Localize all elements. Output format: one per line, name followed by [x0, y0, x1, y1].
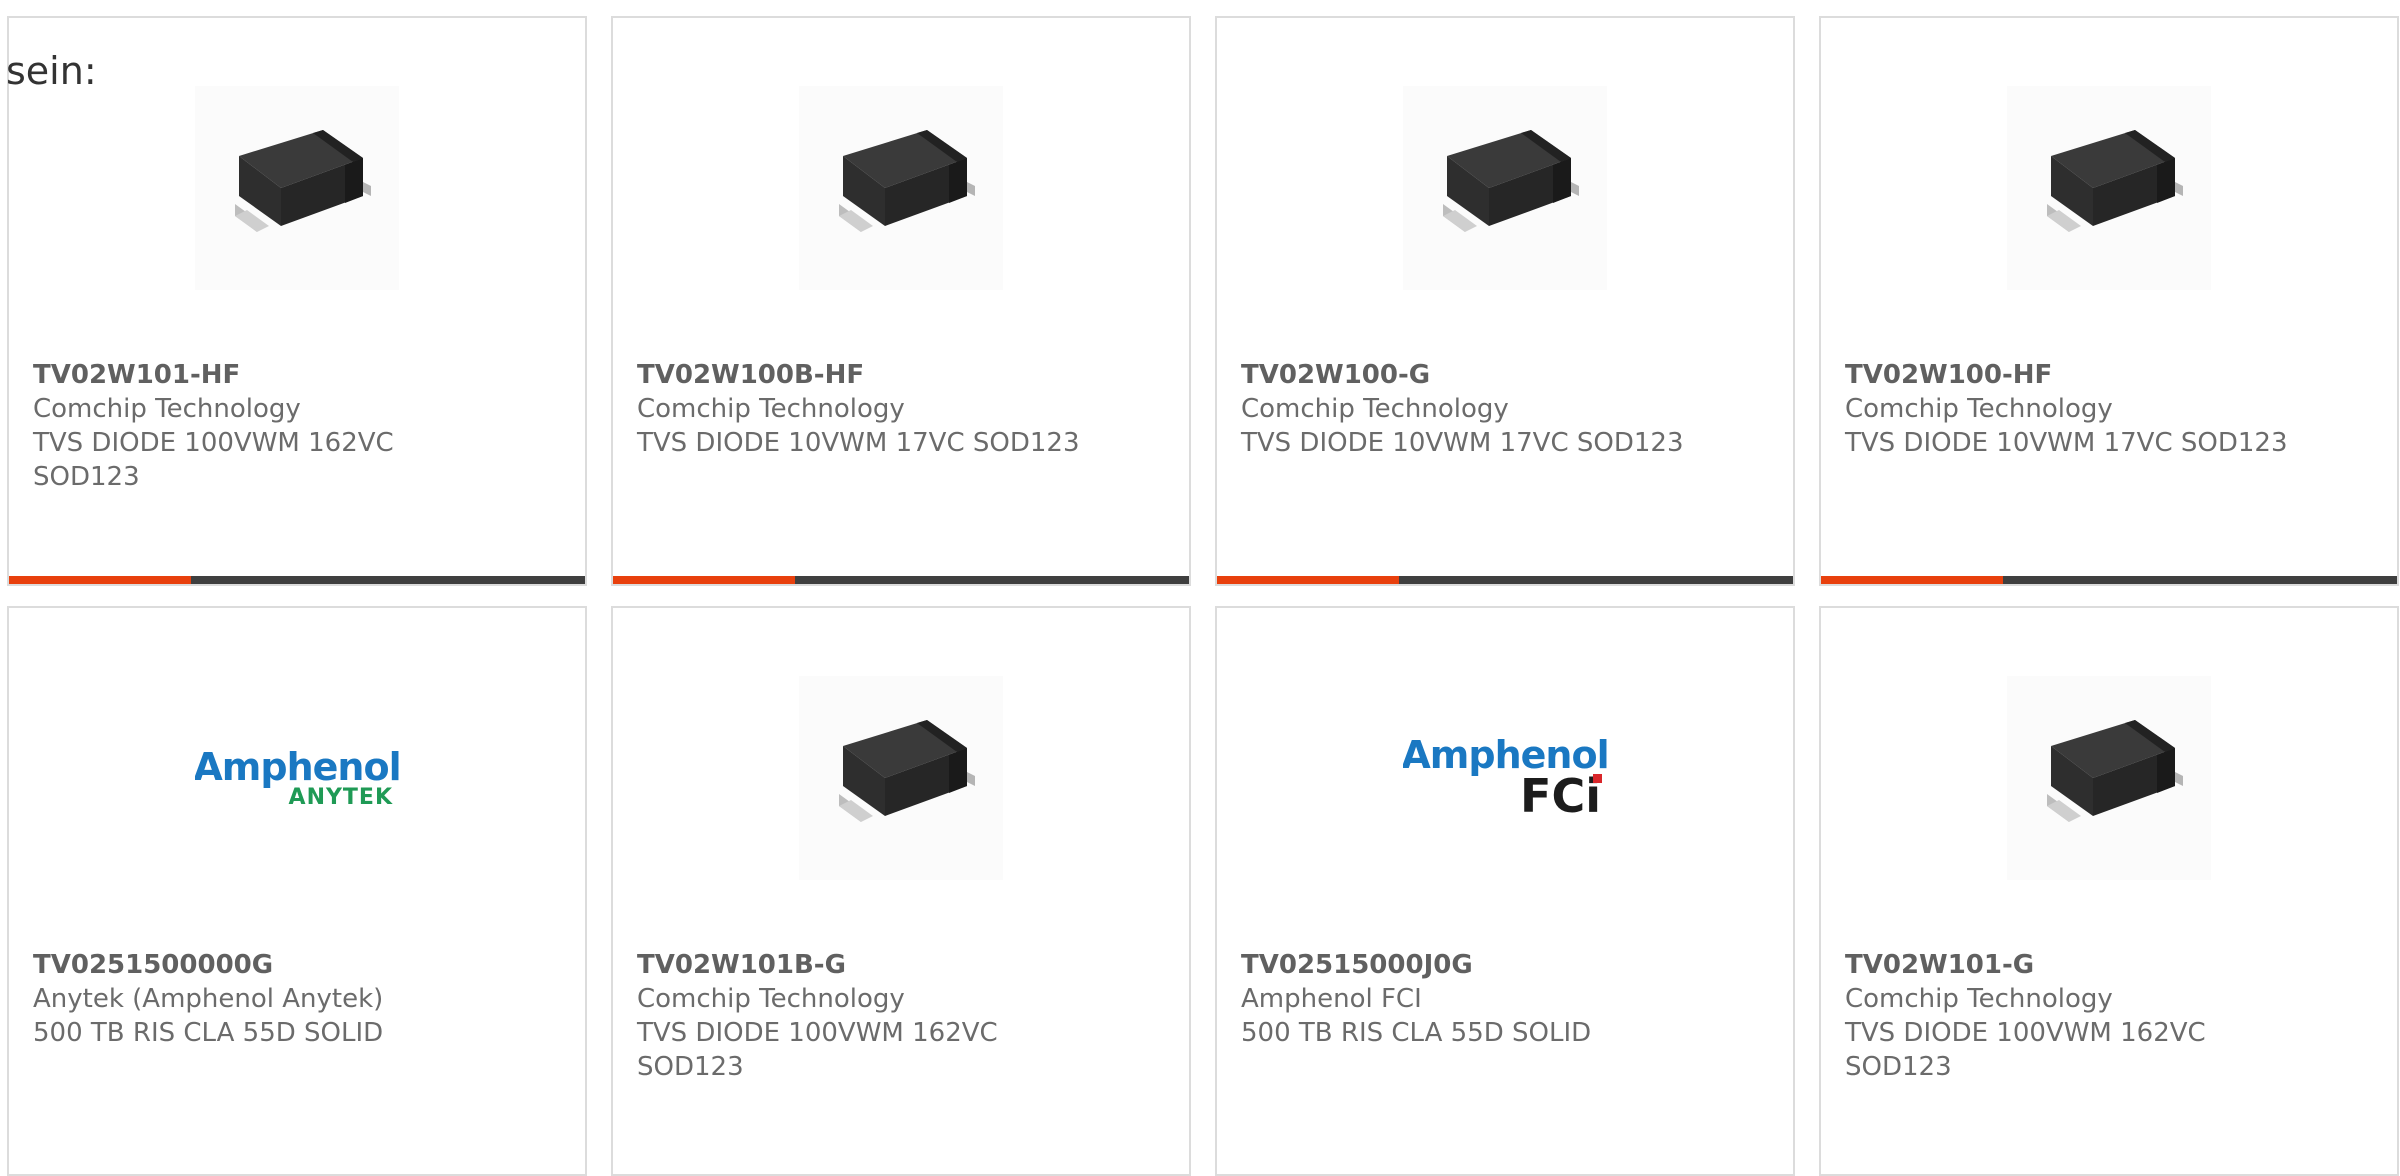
manufacturer: Comchip Technology [637, 984, 905, 1014]
description: TVS DIODE 100VWM 162VC SOD123 [33, 428, 394, 492]
card-hover-bar [1821, 576, 2397, 584]
product-card[interactable]: TV02W100-G Comchip Technology TVS DIODE … [1215, 16, 1795, 586]
manufacturer: Comchip Technology [1241, 394, 1509, 424]
part-number[interactable]: TV02515000J0G [1241, 948, 1769, 982]
description: 500 TB RIS CLA 55D SOLID [1241, 1018, 1592, 1048]
product-card[interactable]: Amphenol ANYTEK TV0251500000G Anytek (Am… [7, 606, 587, 1176]
diode-package-icon [2007, 676, 2211, 880]
description: TVS DIODE 10VWM 17VC SOD123 [1845, 428, 2288, 458]
card-hover-bar [9, 576, 585, 584]
product-grid: TV02W101-HF Comchip Technology TVS DIODE… [7, 16, 2399, 1176]
product-info: TV0251500000G Anytek (Amphenol Anytek) 5… [33, 948, 561, 1050]
part-number[interactable]: TV02W101B-G [637, 948, 1165, 982]
manufacturer: Comchip Technology [1845, 984, 2113, 1014]
manufacturer: Comchip Technology [33, 394, 301, 424]
part-number[interactable]: TV02W100-HF [1845, 358, 2373, 392]
card-hover-bar [613, 576, 1189, 584]
product-image[interactable]: Amphenol FCi [1403, 676, 1607, 880]
description: 500 TB RIS CLA 55D SOLID [33, 1018, 384, 1048]
part-number[interactable]: TV02W101-HF [33, 358, 561, 392]
product-info: TV02W101B-G Comchip Technology TVS DIODE… [637, 948, 1165, 1084]
card-hover-bar-accent [613, 576, 795, 584]
card-hover-bar [1217, 576, 1793, 584]
diode-package-icon [1403, 86, 1607, 290]
diode-package-icon [799, 676, 1003, 880]
product-image[interactable] [799, 86, 1003, 290]
description: TVS DIODE 10VWM 17VC SOD123 [637, 428, 1080, 458]
product-image[interactable] [2007, 676, 2211, 880]
product-image[interactable] [195, 86, 399, 290]
product-card[interactable]: TV02W101-HF Comchip Technology TVS DIODE… [7, 16, 587, 586]
part-number[interactable]: TV02W100-G [1241, 358, 1769, 392]
svg-text:FCi: FCi [1520, 769, 1601, 823]
product-image[interactable]: Amphenol ANYTEK [195, 676, 399, 880]
diode-package-icon [195, 86, 399, 290]
diode-package-icon [2007, 86, 2211, 290]
description: TVS DIODE 100VWM 162VC SOD123 [637, 1018, 998, 1082]
product-info: TV02W100B-HF Comchip Technology TVS DIOD… [637, 358, 1165, 460]
intro-text: sein: [6, 49, 97, 93]
product-card[interactable]: TV02W100B-HF Comchip Technology TVS DIOD… [611, 16, 1191, 586]
product-card[interactable]: TV02W101-G Comchip Technology TVS DIODE … [1819, 606, 2399, 1176]
card-hover-bar-accent [9, 576, 191, 584]
part-number[interactable]: TV02W100B-HF [637, 358, 1165, 392]
product-info: TV02W101-HF Comchip Technology TVS DIODE… [33, 358, 561, 494]
manufacturer: Amphenol FCI [1241, 984, 1422, 1014]
manufacturer: Anytek (Amphenol Anytek) [33, 984, 384, 1014]
manufacturer: Comchip Technology [637, 394, 905, 424]
product-image[interactable] [2007, 86, 2211, 290]
part-number[interactable]: TV0251500000G [33, 948, 561, 982]
card-hover-bar-accent [1821, 576, 2003, 584]
description: TVS DIODE 100VWM 162VC SOD123 [1845, 1018, 2206, 1082]
manufacturer: Comchip Technology [1845, 394, 2113, 424]
product-info: TV02515000J0G Amphenol FCI 500 TB RIS CL… [1241, 948, 1769, 1050]
product-card[interactable]: TV02W100-HF Comchip Technology TVS DIODE… [1819, 16, 2399, 586]
diode-package-icon [799, 86, 1003, 290]
part-number[interactable]: TV02W101-G [1845, 948, 2373, 982]
product-info: TV02W100-HF Comchip Technology TVS DIODE… [1845, 358, 2373, 460]
description: TVS DIODE 10VWM 17VC SOD123 [1241, 428, 1684, 458]
card-hover-bar-accent [1217, 576, 1399, 584]
product-image[interactable] [1403, 86, 1607, 290]
amphenol-anytek-logo: Amphenol ANYTEK [195, 745, 399, 810]
product-image[interactable] [799, 676, 1003, 880]
amphenol-fci-logo: Amphenol FCi [1403, 733, 1607, 823]
product-info: TV02W101-G Comchip Technology TVS DIODE … [1845, 948, 2373, 1084]
svg-text:ANYTEK: ANYTEK [289, 785, 393, 810]
svg-text:Amphenol: Amphenol [195, 745, 399, 789]
product-info: TV02W100-G Comchip Technology TVS DIODE … [1241, 358, 1769, 460]
product-card[interactable]: Amphenol FCi TV02515000J0G Amphenol FCI … [1215, 606, 1795, 1176]
product-card[interactable]: TV02W101B-G Comchip Technology TVS DIODE… [611, 606, 1191, 1176]
